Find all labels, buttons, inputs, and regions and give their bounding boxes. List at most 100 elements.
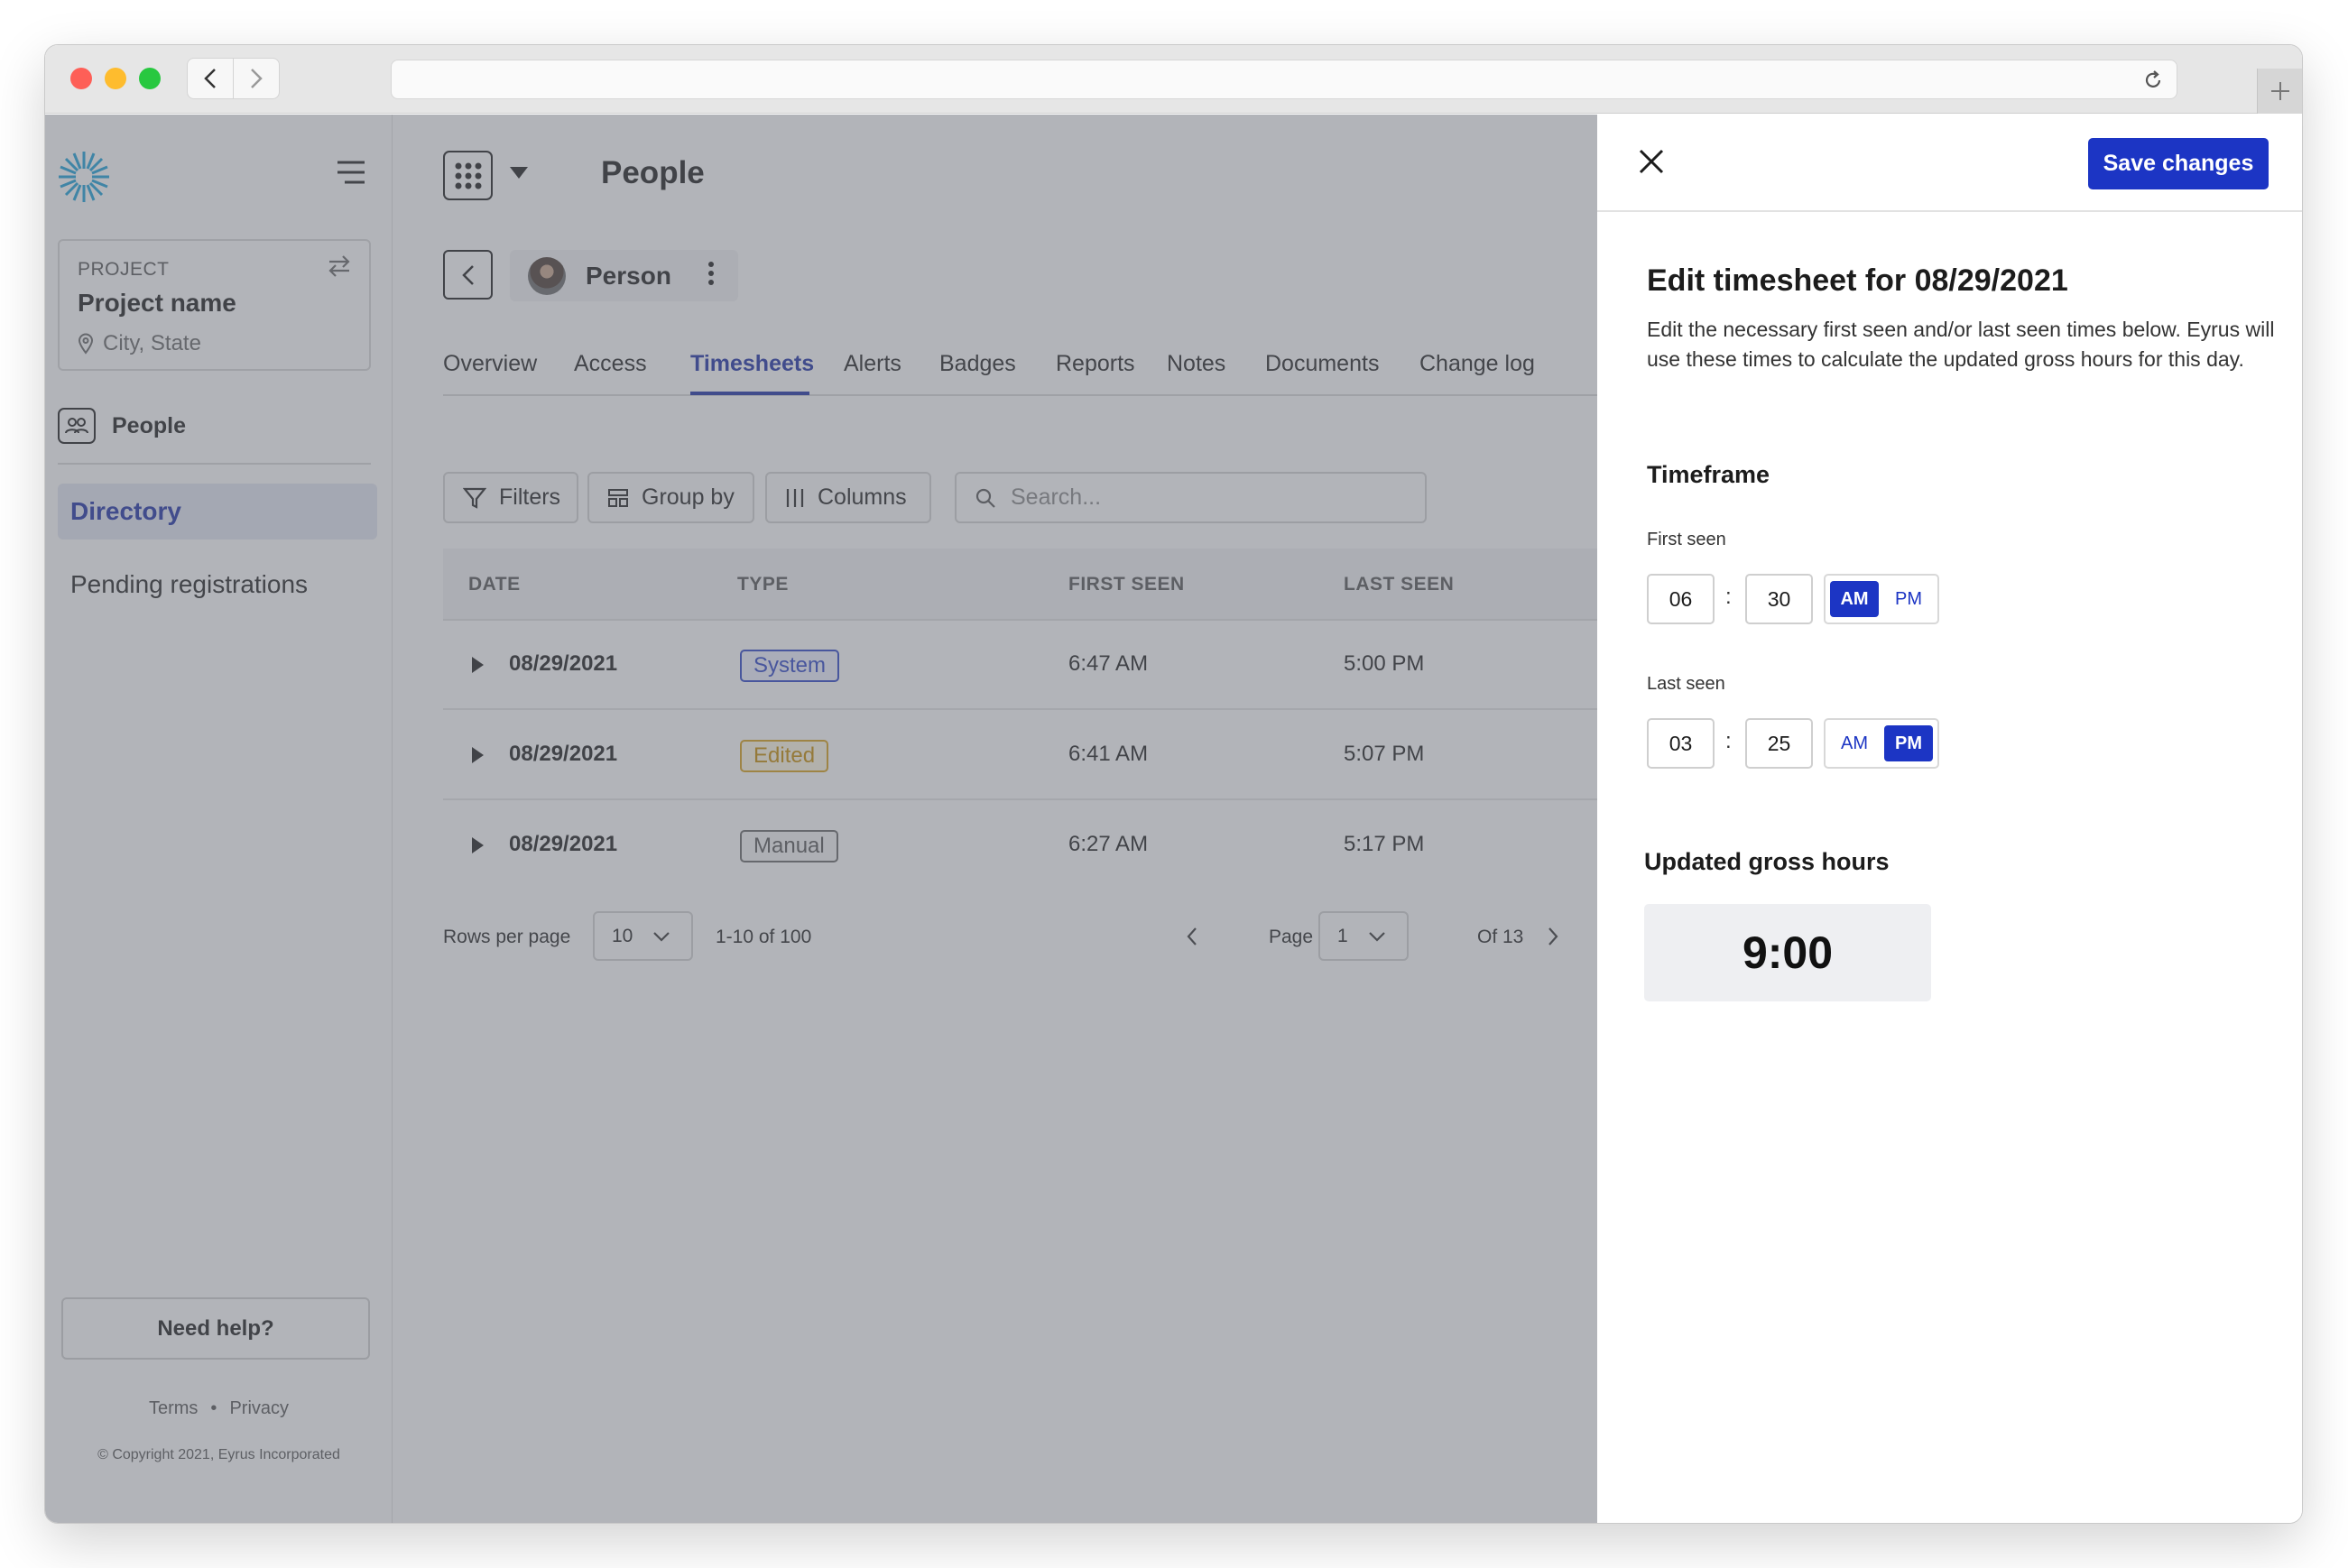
row-first-seen: 6:47 AM [1068, 651, 1149, 676]
page-title: People [601, 155, 705, 190]
last-seen-pm-option[interactable]: PM [1884, 725, 1933, 761]
new-tab-icon[interactable] [2257, 69, 2302, 114]
hamburger-menu-icon[interactable] [336, 160, 366, 189]
expand-row-icon[interactable] [472, 747, 484, 768]
last-seen-hour-input[interactable]: 03 [1647, 718, 1715, 769]
first-seen-pm-option[interactable]: PM [1884, 581, 1933, 617]
row-date: 08/29/2021 [509, 832, 618, 856]
first-seen-hour-input[interactable]: 06 [1647, 574, 1715, 624]
need-help-button[interactable]: Need help? [61, 1297, 370, 1360]
maximize-window-button[interactable] [139, 68, 161, 89]
close-icon[interactable] [1637, 147, 1666, 180]
address-bar[interactable] [391, 60, 2177, 99]
last-seen-label: Last seen [1647, 674, 1725, 694]
page-label: Page [1269, 927, 1314, 947]
previous-page-icon[interactable] [1186, 927, 1198, 952]
people-section[interactable]: People [58, 408, 186, 444]
eyrus-logo-icon[interactable] [58, 151, 110, 208]
page-value: 1 [1337, 925, 1348, 946]
search-icon [975, 488, 995, 508]
sidebar-item-pending-registrations[interactable]: Pending registrations [70, 570, 308, 599]
type-badge: Edited [740, 740, 829, 772]
person-name: Person [586, 261, 671, 290]
privacy-link[interactable]: Privacy [229, 1398, 289, 1418]
browser-forward-icon[interactable] [233, 59, 279, 98]
type-badge: System [740, 650, 840, 682]
tab-change-log[interactable]: Change log [1419, 351, 1535, 377]
terms-link[interactable]: Terms [149, 1398, 198, 1418]
first-seen-am-option[interactable]: AM [1830, 581, 1879, 617]
group-by-button[interactable]: Group by [587, 472, 754, 523]
tab-bar: Overview Access Timesheets Alerts Badges… [443, 351, 1607, 396]
tab-overview[interactable]: Overview [443, 351, 537, 377]
first-seen-minute-input[interactable]: 30 [1745, 574, 1813, 624]
back-button[interactable] [443, 250, 493, 300]
last-seen-am-option[interactable]: AM [1830, 725, 1879, 761]
minimize-window-button[interactable] [105, 68, 126, 89]
timesheets-table: DATE TYPE FIRST SEEN LAST SEEN 08/29/202… [443, 549, 1598, 889]
swap-project-icon[interactable] [326, 254, 353, 283]
reload-icon[interactable] [2142, 69, 2164, 96]
expand-row-icon[interactable] [472, 657, 484, 678]
table-row[interactable]: 08/29/2021 Edited 6:41 AM 5:07 PM [443, 711, 1598, 800]
active-tab-indicator [690, 392, 809, 395]
caret-down-icon[interactable] [510, 167, 528, 184]
sidebar-item-directory[interactable]: Directory [58, 484, 377, 540]
row-date: 08/29/2021 [509, 651, 618, 676]
main-content: People Person Overview Access Timesheets… [393, 115, 1607, 1523]
group-icon [608, 488, 628, 507]
header-type[interactable]: TYPE [737, 574, 789, 595]
header-date[interactable]: DATE [468, 574, 521, 595]
header-last-seen[interactable]: LAST SEEN [1344, 574, 1454, 595]
browser-window: PROJECT Project name City, State People … [45, 45, 2302, 1523]
filters-button[interactable]: Filters [443, 472, 578, 523]
people-icon [58, 408, 96, 444]
rows-per-page-select[interactable]: 10 [593, 911, 693, 961]
sidebar: PROJECT Project name City, State People … [45, 115, 393, 1523]
browser-titlebar [45, 45, 2302, 114]
row-last-seen: 5:00 PM [1344, 651, 1425, 676]
type-badge: Manual [740, 830, 838, 862]
table-header: DATE TYPE FIRST SEEN LAST SEEN [443, 549, 1598, 621]
sidebar-divider [58, 463, 371, 465]
row-last-seen: 5:07 PM [1344, 742, 1425, 766]
header-first-seen[interactable]: FIRST SEEN [1068, 574, 1185, 595]
browser-nav-buttons [187, 58, 280, 99]
page-count: Of 13 [1477, 927, 1524, 947]
close-window-button[interactable] [70, 68, 92, 89]
person-chip[interactable]: Person [510, 250, 738, 301]
table-row[interactable]: 08/29/2021 Manual 6:27 AM 5:17 PM [443, 801, 1598, 890]
next-page-icon[interactable] [1547, 927, 1559, 952]
tab-access[interactable]: Access [574, 351, 647, 377]
row-first-seen: 6:27 AM [1068, 832, 1149, 856]
tab-notes[interactable]: Notes [1167, 351, 1225, 377]
row-first-seen: 6:41 AM [1068, 742, 1149, 766]
tab-timesheets[interactable]: Timesheets [690, 351, 814, 377]
tab-badges[interactable]: Badges [939, 351, 1016, 377]
table-row[interactable]: 08/29/2021 System 6:47 AM 5:00 PM [443, 621, 1598, 710]
row-date: 08/29/2021 [509, 742, 618, 766]
filters-label: Filters [499, 484, 561, 510]
grid-icon [455, 162, 481, 189]
expand-row-icon[interactable] [472, 837, 484, 858]
save-changes-button[interactable]: Save changes [2088, 138, 2269, 189]
project-card[interactable]: PROJECT Project name City, State [58, 239, 371, 371]
app-grid-button[interactable] [443, 151, 493, 200]
project-location-text: City, State [103, 331, 201, 355]
more-options-icon[interactable] [707, 261, 715, 291]
browser-back-icon[interactable] [188, 59, 233, 98]
tab-alerts[interactable]: Alerts [844, 351, 901, 377]
tab-reports[interactable]: Reports [1056, 351, 1135, 377]
location-pin-icon [78, 333, 94, 355]
search-placeholder: Search... [1011, 484, 1102, 510]
columns-icon [786, 488, 804, 507]
app-area: PROJECT Project name City, State People … [45, 115, 2302, 1523]
page-select[interactable]: 1 [1318, 911, 1409, 961]
columns-button[interactable]: Columns [765, 472, 931, 523]
tab-documents[interactable]: Documents [1265, 351, 1379, 377]
project-location: City, State [78, 331, 201, 356]
gross-hours-heading: Updated gross hours [1644, 848, 1890, 875]
project-label: PROJECT [78, 259, 170, 280]
last-seen-minute-input[interactable]: 25 [1745, 718, 1813, 769]
search-input[interactable]: Search... [955, 472, 1427, 523]
